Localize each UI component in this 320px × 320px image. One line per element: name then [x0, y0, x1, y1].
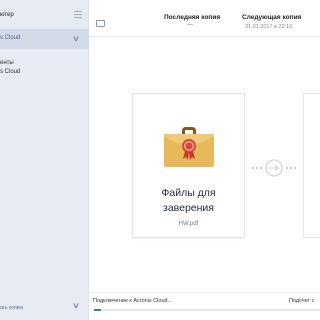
status-text: Подключение к Acronis Cloud...: [93, 298, 173, 304]
sidebar-footer[interactable]: ать копию ∨: [0, 298, 89, 320]
destination-card[interactable]: [303, 93, 320, 238]
next-copy-value: 31.01.2017 в 22:16: [245, 24, 293, 30]
hamburger-menu-icon[interactable]: [74, 11, 82, 18]
sidebar-item-label-1[interactable]: енты: [0, 60, 14, 66]
sidebar-item-label-2[interactable]: s Cloud: [0, 69, 20, 75]
source-title-line-1: Файлы для: [161, 187, 216, 199]
chevron-down-icon[interactable]: ∨: [72, 301, 80, 310]
progress-bar: [94, 309, 320, 311]
status-divider: [89, 292, 320, 293]
sidebar-title: ютер: [0, 12, 14, 18]
sidebar: ютер s Cloud ∨ енты s Cloud ать копию ∨: [0, 0, 89, 320]
progress-bar-fill: [94, 309, 101, 311]
monitor-icon: [96, 20, 105, 27]
sidebar-item-selected-label: s Cloud: [0, 35, 21, 41]
source-title: Файлы для заверения: [133, 186, 244, 216]
status-count-text: Подсчет с: [289, 298, 315, 304]
main-panel: Последняя копия — Следующая копия 31.01.…: [89, 0, 320, 320]
briefcase-certificate-icon: [164, 127, 214, 167]
source-title-line-2: заверения: [163, 202, 214, 214]
arrow-connector-icon: [251, 159, 297, 177]
source-file-name: HW.pdf: [178, 221, 199, 227]
header-divider: [89, 36, 320, 37]
chevron-down-icon[interactable]: ∨: [72, 34, 80, 43]
next-copy-label: Следующая копия: [242, 14, 302, 21]
add-backup-button[interactable]: ать копию: [0, 305, 23, 311]
last-copy-value: —: [187, 22, 193, 28]
sidebar-item-selected[interactable]: s Cloud ∨: [0, 29, 89, 49]
last-copy-label: Последняя копия: [164, 14, 221, 21]
source-card[interactable]: Файлы для заверения HW.pdf: [132, 93, 245, 238]
